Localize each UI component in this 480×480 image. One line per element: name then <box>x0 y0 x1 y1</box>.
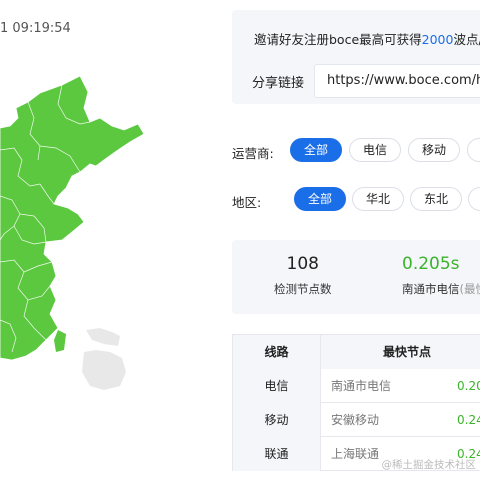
row-node: 上海联通 <box>331 447 380 461</box>
row-time: 0.20 <box>457 379 480 393</box>
region-option-northeast[interactable]: 东北 <box>410 187 463 211</box>
table-row[interactable]: 移动 安徽移动 0.24 <box>233 403 480 437</box>
stats-panel: 108 检测节点数 0.205s 南通市电信(最快 <box>232 240 480 314</box>
row-line: 联通 <box>233 437 321 471</box>
row-line: 移动 <box>233 403 321 437</box>
table-header-line: 线路 <box>233 335 321 369</box>
fastest-node-stat: 0.205s 南通市电信(最快 <box>402 254 480 297</box>
operator-filter: 运营商: 全部 电信 移动 联通 <box>232 138 480 164</box>
watermark: @稀土掘金技术社区 <box>381 459 477 471</box>
table-header-row: 线路 最快节点 <box>233 335 480 369</box>
map-region-taiwan <box>86 328 120 346</box>
operator-filter-label: 运营商: <box>232 146 274 161</box>
operator-option-mobile[interactable]: 移动 <box>408 138 461 162</box>
share-link-input[interactable]: https://www.boce.com/http <box>314 64 480 98</box>
region-option-more[interactable] <box>468 187 480 211</box>
fastest-node-label: 南通市电信(最快 <box>402 282 480 296</box>
fastest-node-table: 线路 最快节点 电信 南通市电信 0.20 移动 安徽移动 0.24 联通 上海… <box>232 334 480 471</box>
node-count-stat: 108 检测节点数 <box>274 254 332 297</box>
timestamp: 1 09:19:54 <box>0 21 71 36</box>
table-row[interactable]: 电信 南通市电信 0.20 <box>233 369 480 403</box>
region-option-north[interactable]: 华北 <box>352 187 405 211</box>
table-header-fastest: 最快节点 <box>321 335 480 369</box>
operator-option-telecom[interactable]: 电信 <box>349 138 402 162</box>
row-node: 安徽移动 <box>331 413 380 427</box>
region-filter: 地区: 全部 华北 东北 <box>232 187 480 213</box>
row-time: 0.24 <box>457 413 480 427</box>
map-region-taiwan-island <box>54 330 66 352</box>
share-link-label: 分享链接 <box>252 76 305 91</box>
invite-message: 邀请好友注册boce最高可获得2000波点/人奖 <box>254 32 480 47</box>
region-option-all[interactable]: 全部 <box>294 187 347 211</box>
china-map[interactable] <box>0 0 232 480</box>
operator-option-unicom[interactable]: 联通 <box>467 138 480 162</box>
map-region-islands <box>82 350 126 390</box>
fastest-time-value: 0.205s <box>402 254 460 274</box>
invite-panel: 邀请好友注册boce最高可获得2000波点/人奖 分享链接 https://ww… <box>232 10 480 104</box>
invite-reward-amount: 2000 <box>421 32 454 47</box>
row-node: 南通市电信 <box>331 379 392 393</box>
region-filter-label: 地区: <box>232 195 262 210</box>
row-line: 电信 <box>233 369 321 403</box>
node-count-value: 108 <box>286 254 319 274</box>
node-count-label: 检测节点数 <box>274 282 332 296</box>
map-region-mainland[interactable] <box>0 75 145 361</box>
operator-option-all[interactable]: 全部 <box>290 138 343 162</box>
